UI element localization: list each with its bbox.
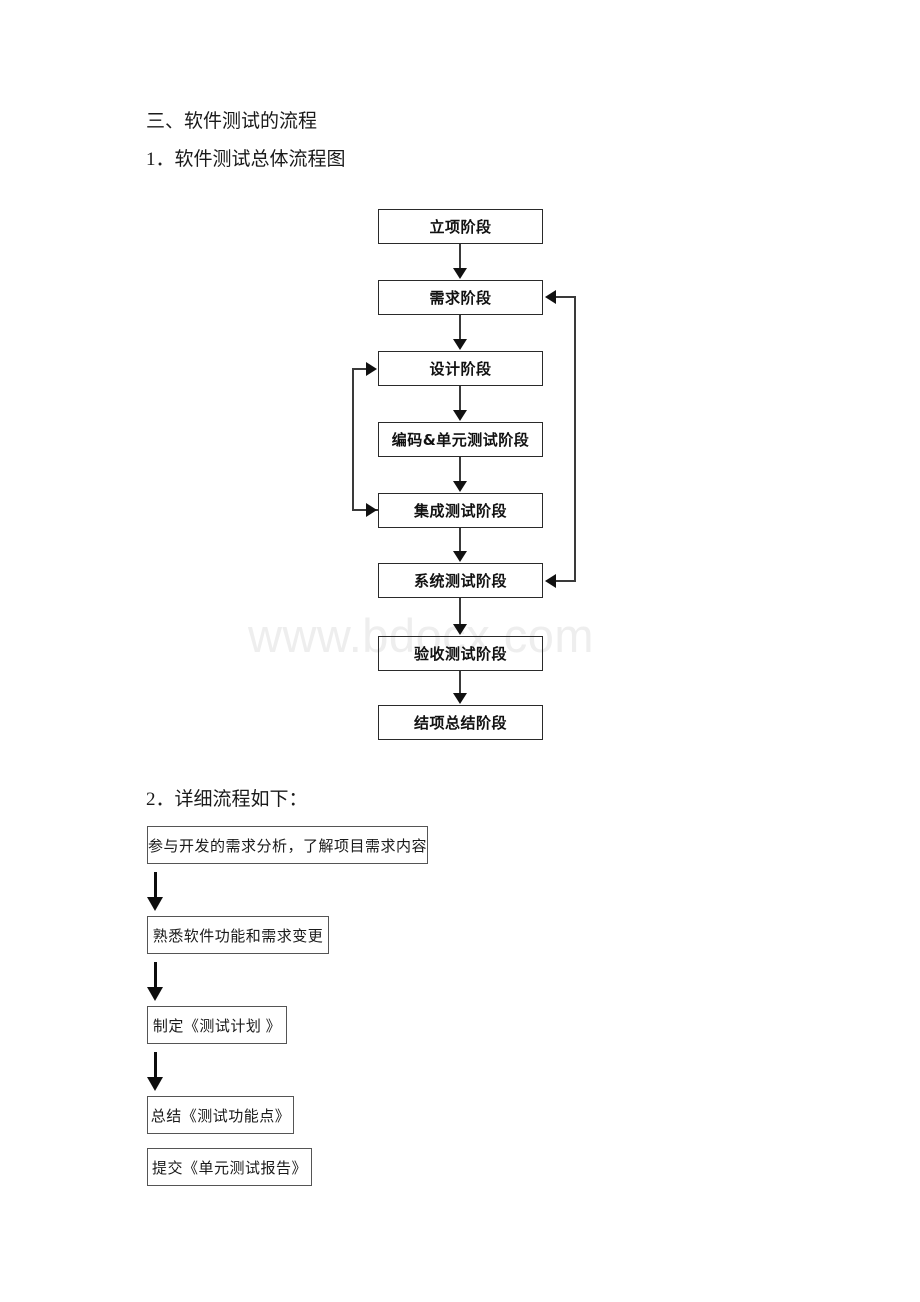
detail-arrow-down-icon: [145, 962, 167, 1004]
detail-arrow-down-icon: [145, 872, 167, 914]
document-page: www.bdocx.com 三、软件测试的流程 1．软件测试总体流程图 2．详细…: [0, 0, 920, 1302]
detail-node-familiarize-features[interactable]: 熟悉软件功能和需求变更: [147, 916, 329, 954]
detail-flowchart: 参与开发的需求分析，了解项目需求内容 熟悉软件功能和需求变更 制定《测试计划 》…: [0, 0, 920, 1302]
detail-node-requirement-analysis[interactable]: 参与开发的需求分析，了解项目需求内容: [147, 826, 428, 864]
detail-node-test-plan[interactable]: 制定《测试计划 》: [147, 1006, 287, 1044]
detail-node-test-function-points[interactable]: 总结《测试功能点》: [147, 1096, 294, 1134]
detail-node-unit-test-report[interactable]: 提交《单元测试报告》: [147, 1148, 312, 1186]
detail-arrow-down-icon: [145, 1052, 167, 1094]
